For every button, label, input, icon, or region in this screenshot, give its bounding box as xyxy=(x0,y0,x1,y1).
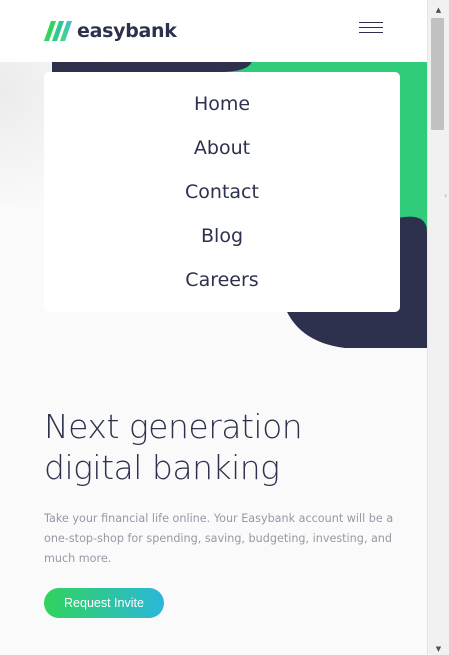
scrollbar-thumb[interactable] xyxy=(431,18,444,130)
hamburger-icon[interactable] xyxy=(359,21,383,34)
easybank-logo-icon xyxy=(44,21,72,41)
scroll-up-arrow-icon[interactable]: ▲ xyxy=(428,2,449,18)
logo-wordmark: easybank xyxy=(77,20,177,42)
hamburger-line xyxy=(359,27,383,28)
browser-viewport: easybank Home About Contact Blog Careers xyxy=(0,0,449,655)
hamburger-line xyxy=(359,22,383,23)
scroll-down-arrow-icon[interactable]: ▼ xyxy=(428,642,449,655)
resize-handle-icon[interactable]: ‹ xyxy=(444,190,449,202)
hero-headline: Next generation digital banking xyxy=(44,406,404,488)
nav-item-contact[interactable]: Contact xyxy=(44,170,400,214)
hamburger-line xyxy=(359,32,383,33)
page: easybank Home About Contact Blog Careers xyxy=(0,0,427,655)
hero-headline-line1: Next generation xyxy=(44,407,303,446)
nav-item-careers[interactable]: Careers xyxy=(44,258,400,302)
hero-description: Take your financial life online. Your Ea… xyxy=(44,512,394,565)
site-header: easybank xyxy=(0,0,427,62)
logo-link[interactable]: easybank xyxy=(44,19,177,43)
nav-item-home[interactable]: Home xyxy=(44,82,400,126)
vertical-scrollbar[interactable]: ▲ ▼ xyxy=(427,0,449,655)
request-invite-button[interactable]: Request Invite xyxy=(44,588,164,618)
nav-item-about[interactable]: About xyxy=(44,126,400,170)
nav-item-blog[interactable]: Blog xyxy=(44,214,400,258)
mobile-nav-menu: Home About Contact Blog Careers xyxy=(44,72,400,312)
hero-headline-line2: digital banking xyxy=(44,448,280,487)
